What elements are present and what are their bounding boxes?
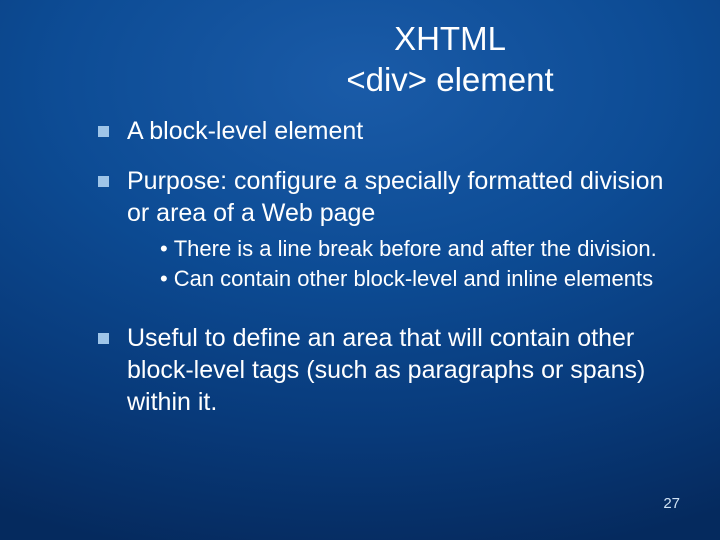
slide: XHTML <div> element A block-level elemen… bbox=[0, 0, 720, 540]
title-line-1: XHTML bbox=[394, 20, 506, 57]
square-bullet-icon bbox=[98, 126, 109, 137]
list-item: A block-level element bbox=[98, 115, 670, 147]
bullet-text: Useful to define an area that will conta… bbox=[127, 322, 670, 418]
list-item: • There is a line break before and after… bbox=[160, 235, 670, 264]
page-number: 27 bbox=[663, 495, 680, 512]
dot-bullet-icon: • bbox=[160, 265, 168, 294]
bullet-text: A block-level element bbox=[127, 115, 363, 147]
bullet-text: Purpose: configure a specially formatted… bbox=[127, 165, 670, 229]
dot-bullet-icon: • bbox=[160, 235, 168, 264]
sub-bullet-text: Can contain other block-level and inline… bbox=[174, 265, 653, 294]
square-bullet-icon bbox=[98, 333, 109, 344]
square-bullet-icon bbox=[98, 176, 109, 187]
title-line-2: <div> element bbox=[346, 61, 553, 98]
slide-content: A block-level element Purpose: configure… bbox=[40, 115, 680, 418]
sub-list: • There is a line break before and after… bbox=[98, 235, 670, 294]
slide-title: XHTML <div> element bbox=[40, 18, 680, 101]
sub-bullet-text: There is a line break before and after t… bbox=[174, 235, 657, 264]
list-item: Useful to define an area that will conta… bbox=[98, 322, 670, 418]
list-item: • Can contain other block-level and inli… bbox=[160, 265, 670, 294]
list-item: Purpose: configure a specially formatted… bbox=[98, 165, 670, 229]
